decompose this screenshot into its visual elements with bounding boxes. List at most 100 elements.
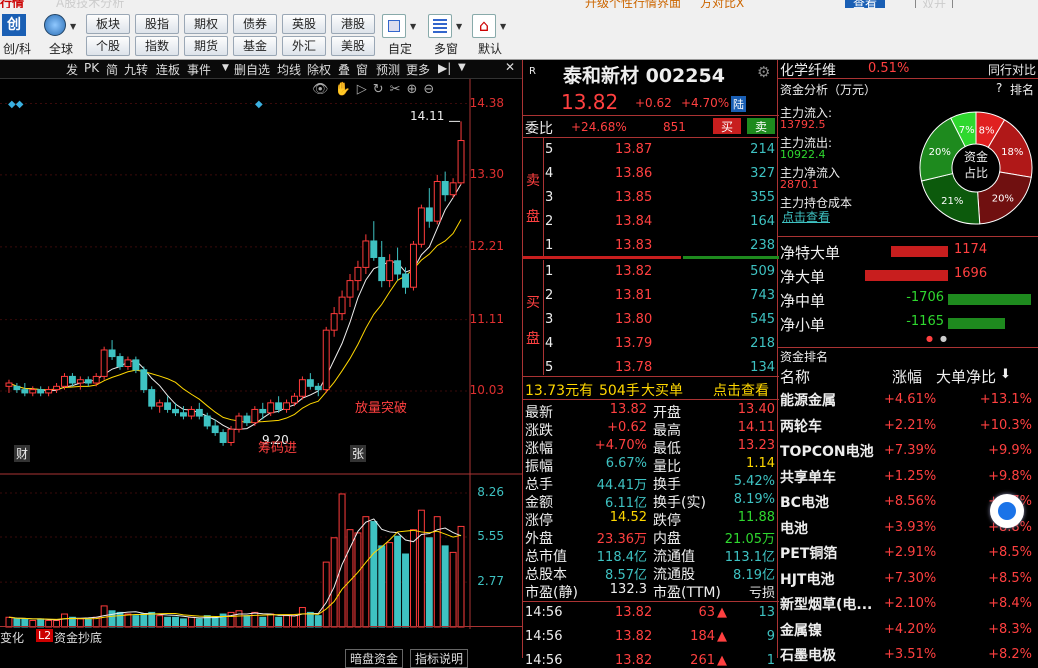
bid-price[interactable]: 13.79 xyxy=(615,336,652,351)
col-pct[interactable]: 涨幅 xyxy=(892,366,922,387)
stat-value: +4.70% xyxy=(594,438,647,453)
collapse-icon[interactable]: ▶| xyxy=(438,61,451,75)
last-price: 13.82 xyxy=(561,90,619,114)
market-button[interactable]: 股指 xyxy=(135,14,179,34)
sell-button[interactable]: 卖 xyxy=(747,118,775,134)
ask-price[interactable]: 13.84 xyxy=(615,214,652,229)
chart-tool-item[interactable]: 预测 xyxy=(376,61,400,78)
market-button[interactable]: 期权 xyxy=(184,14,228,34)
dropdown-icon[interactable]: ▼ xyxy=(456,22,462,31)
peer-compare-link[interactable]: 同行对比 xyxy=(988,61,1036,78)
col-net-ratio[interactable]: 大单净比 xyxy=(936,366,996,387)
bid-price[interactable]: 13.80 xyxy=(615,312,652,327)
market-button[interactable]: 港股 xyxy=(331,14,375,34)
market-button[interactable]: 板块 xyxy=(86,14,130,34)
volume-bar xyxy=(306,611,314,628)
chart-tool-item[interactable]: 均线 xyxy=(277,61,301,78)
finance-marker[interactable]: 财 xyxy=(14,445,31,462)
chart-tool-icons[interactable]: 👁✋▷↻✂⊕⊖ xyxy=(312,82,440,97)
market-button[interactable]: 期货 xyxy=(184,36,228,56)
multi-window-icon[interactable] xyxy=(428,14,452,38)
ranking-row[interactable]: 两轮车 +2.21% +10.3% xyxy=(778,414,1038,439)
bid-price[interactable]: 13.81 xyxy=(615,288,652,303)
tab-fund-bottom[interactable]: 资金抄底 xyxy=(54,629,102,646)
buy-button[interactable]: 买 xyxy=(713,118,741,134)
tick-time: 14:56 xyxy=(525,653,563,668)
globe-icon[interactable] xyxy=(44,14,66,36)
dropdown-icon[interactable]: ▼ xyxy=(70,22,76,31)
dropdown-icon[interactable]: ▼ xyxy=(222,63,229,73)
market-button[interactable]: 基金 xyxy=(233,36,277,56)
col-name[interactable]: 名称 xyxy=(780,366,810,387)
volume-bar xyxy=(409,529,417,628)
tab-change[interactable]: 变化 xyxy=(0,629,24,646)
help-icon[interactable]: ? xyxy=(996,81,1002,95)
dropdown-icon[interactable]: ▼ xyxy=(458,62,466,73)
ranking-row[interactable]: PET铜箔 +2.91% +8.5% xyxy=(778,541,1038,566)
candle-body xyxy=(267,402,275,414)
chart-tool-item[interactable]: 窗 xyxy=(356,61,368,78)
ranking-row[interactable]: 能源金属 +4.61% +13.1% xyxy=(778,388,1038,413)
chart-tool-item[interactable]: 发 xyxy=(66,61,78,78)
chart-tool-item[interactable]: 连板 xyxy=(156,61,180,78)
chart-tool-item[interactable]: PK xyxy=(84,61,99,75)
dropdown-icon[interactable]: ▼ xyxy=(500,22,506,31)
pager-dot[interactable]: ● xyxy=(940,334,947,343)
pager-dot-active[interactable]: ● xyxy=(926,334,933,343)
custom-icon[interactable] xyxy=(382,14,406,38)
market-button[interactable]: 外汇 xyxy=(282,36,326,56)
market-button[interactable]: 英股 xyxy=(282,14,326,34)
chart-tool-item[interactable]: 更多 xyxy=(406,61,430,78)
upgrade-link[interactable]: 升级个性行情界面 xyxy=(585,0,681,8)
ranking-row[interactable]: TOPCON电池 +7.39% +9.9% xyxy=(778,439,1038,464)
home-icon[interactable]: ⌂ xyxy=(472,14,496,38)
bid-price[interactable]: 13.78 xyxy=(615,360,652,375)
close-icon[interactable]: ✕ xyxy=(505,60,515,74)
stat-label: 总手 xyxy=(525,477,553,493)
chart-tool-item[interactable]: 九转 xyxy=(124,61,148,78)
ask-price[interactable]: 13.86 xyxy=(615,166,652,181)
chart-tool-item[interactable]: 删自选 xyxy=(234,61,270,78)
event-marker-icon[interactable]: ◆ xyxy=(255,99,263,110)
ask-price[interactable]: 13.83 xyxy=(615,238,652,253)
price-axis-label: 14.38 xyxy=(469,95,504,110)
bigorder-link[interactable]: 点击查看 xyxy=(713,380,769,400)
view-button[interactable]: 查看 xyxy=(845,0,886,8)
chart-tool-item[interactable]: 除权 xyxy=(307,61,331,78)
fund-detail-link[interactable]: 点击查看 xyxy=(782,208,830,225)
price-axis-label: 12.21 xyxy=(469,238,504,253)
assistant-float-button[interactable] xyxy=(990,494,1024,528)
market-button[interactable]: 指数 xyxy=(135,36,179,56)
ranking-row[interactable]: 石墨电极 +3.51% +8.2% xyxy=(778,643,1038,668)
l2-badge: L2 xyxy=(36,629,54,642)
chart-tool-item[interactable]: 事件 xyxy=(187,61,211,78)
ranking-row[interactable]: 金属镍 +4.20% +8.3% xyxy=(778,618,1038,643)
event-marker-icon[interactable]: ◆◆ xyxy=(8,99,23,110)
dual-button[interactable]: 双开 xyxy=(915,0,954,8)
tab-indicator-help[interactable]: 指标说明 xyxy=(410,649,469,668)
chart-tool-item[interactable]: 叠 xyxy=(338,61,350,78)
volume-bar xyxy=(402,553,409,628)
chart-tool-item[interactable]: 简 xyxy=(106,61,118,78)
sort-desc-icon[interactable]: ⬇ xyxy=(1000,367,1011,382)
compare-link[interactable]: 方对比X xyxy=(700,0,744,8)
gear-icon[interactable]: ⚙ xyxy=(757,63,770,81)
ask-price[interactable]: 13.85 xyxy=(615,190,652,205)
market-button[interactable]: 债券 xyxy=(233,14,277,34)
bid-price[interactable]: 13.82 xyxy=(615,264,652,279)
ranking-row[interactable]: 共享单车 +1.25% +9.8% xyxy=(778,465,1038,490)
ranking-pct: +1.25% xyxy=(884,468,937,484)
ranking-row[interactable]: HJT电池 +7.30% +8.5% xyxy=(778,567,1038,592)
chuang-icon[interactable]: 创 xyxy=(2,14,26,36)
market-button[interactable]: 个股 xyxy=(86,36,130,56)
sector-name[interactable]: 化学纤维 xyxy=(780,60,836,80)
rank-link[interactable]: 排名 xyxy=(1010,81,1034,98)
candle-body xyxy=(156,402,164,407)
market-button[interactable]: 美股 xyxy=(331,36,375,56)
kline-chart[interactable]: 👁✋▷↻✂⊕⊖ ◆◆ ◆ 14.38 13.30 12.21 11.11 10.03 1… xyxy=(0,79,522,649)
ranking-row[interactable]: 新型烟草(电... +2.10% +8.4% xyxy=(778,592,1038,617)
ask-price[interactable]: 13.87 xyxy=(615,142,652,157)
limit-up-marker[interactable]: 张 xyxy=(350,445,367,462)
dropdown-icon[interactable]: ▼ xyxy=(410,22,416,31)
tab-dark-fund[interactable]: 暗盘资金 xyxy=(345,649,404,668)
